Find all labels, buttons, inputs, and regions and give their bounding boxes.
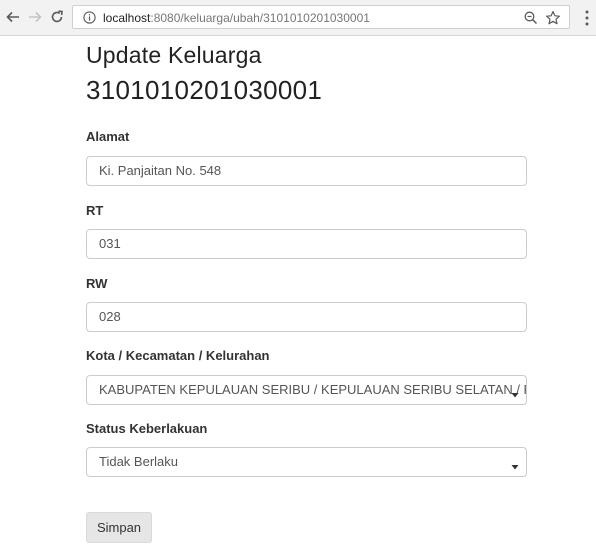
lokasi-select[interactable]: KABUPATEN KEPULAUAN SERIBU / KEPULAUAN S… (86, 375, 527, 405)
alamat-input[interactable]: Ki. Panjaitan No. 548 (86, 156, 527, 186)
star-icon[interactable] (545, 10, 561, 26)
menu-dots-icon[interactable] (583, 10, 591, 26)
url-path: :8080/keluarga/ubah/3101010201030001 (150, 11, 370, 25)
lokasi-selected-value: KABUPATEN KEPULAUAN SERIBU / KEPULAUAN S… (86, 375, 527, 405)
status-selected-value: Tidak Berlaku (86, 447, 527, 477)
save-button[interactable]: Simpan (86, 512, 152, 543)
rw-input[interactable]: 028 (86, 302, 527, 332)
back-arrow-icon[interactable] (4, 8, 22, 26)
reload-icon[interactable] (48, 8, 66, 26)
rt-input[interactable]: 031 (86, 229, 527, 259)
alamat-label: Alamat (86, 129, 130, 144)
address-bar[interactable]: localhost:8080/keluarga/ubah/31010102010… (72, 5, 570, 29)
page-title: Update Keluarga (86, 42, 262, 68)
status-select[interactable]: Tidak Berlaku (86, 447, 527, 477)
status-label: Status Keberlakuan (86, 421, 208, 436)
forward-arrow-icon[interactable] (26, 8, 44, 26)
caret-down-icon (511, 458, 519, 470)
page-content: Update Keluarga 3101010201030001 Alamat … (0, 37, 596, 547)
caret-down-icon (511, 386, 519, 398)
browser-toolbar: localhost:8080/keluarga/ubah/31010102010… (0, 0, 596, 36)
rw-label: RW (86, 276, 108, 291)
family-id-heading: 3101010201030001 (86, 75, 323, 105)
zoom-icon[interactable] (523, 10, 539, 26)
info-icon[interactable] (83, 11, 96, 24)
lokasi-label: Kota / Kecamatan / Kelurahan (86, 348, 270, 363)
url-host: localhost (103, 11, 151, 25)
url-text[interactable]: localhost:8080/keluarga/ubah/31010102010… (103, 11, 370, 25)
rt-label: RT (86, 203, 104, 218)
